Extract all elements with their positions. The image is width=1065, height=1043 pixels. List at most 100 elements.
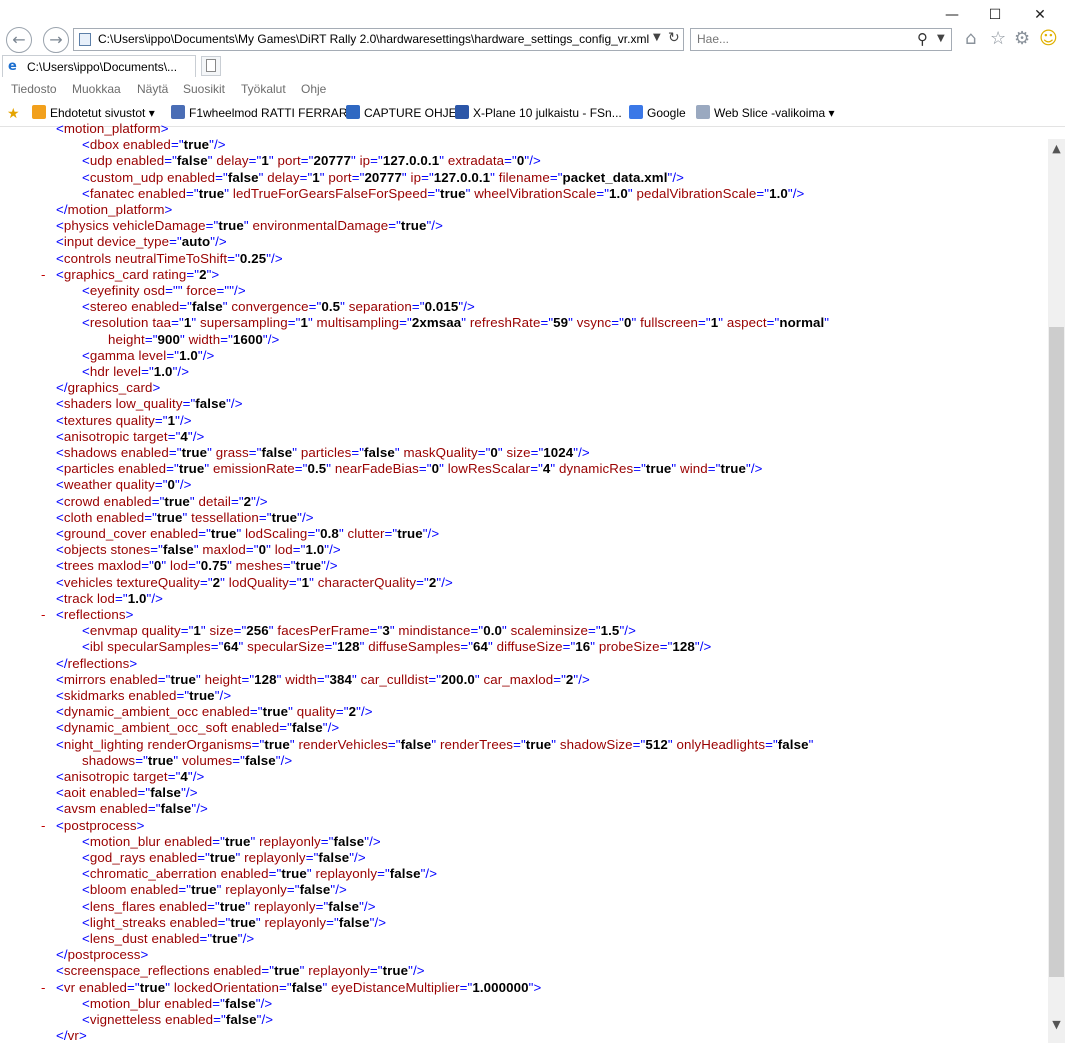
web-slice-icon <box>696 105 710 119</box>
xml-line: <screenspace_reflections enabled="true" … <box>56 963 425 979</box>
xml-line: <anisotropic target="4"/> <box>56 769 205 784</box>
xml-line: <input device_type="auto"/> <box>56 234 227 250</box>
vertical-scrollbar[interactable]: ▲ ▼ <box>1048 139 1065 1043</box>
xml-line: </reflections> <box>56 655 138 671</box>
back-button[interactable]: ← <box>6 27 32 53</box>
menu-edit[interactable]: Muokkaa <box>72 82 121 96</box>
scroll-up-arrow-icon[interactable]: ▲ <box>1048 139 1065 159</box>
xml-line: <anisotropic target="4"/> <box>56 428 205 444</box>
xml-line: <shaders low_quality="false"/> <box>56 396 243 412</box>
xml-line: <gamma level="1.0"/> <box>82 347 215 363</box>
fav-web-slice[interactable]: Web Slice -valikoima ▾ <box>696 105 835 120</box>
menu-file[interactable]: Tiedosto <box>11 82 57 96</box>
fav-xplane[interactable]: X-Plane 10 julkaistu - FSn... <box>455 105 622 120</box>
xml-line: </graphics_card> <box>56 380 161 396</box>
menu-bar: Tiedosto Muokkaa Näytä Suosikit Työkalut… <box>0 78 1065 100</box>
star-icon[interactable]: ☆ <box>990 28 1006 49</box>
xml-line: <lens_flares enabled="true" replayonly="… <box>82 898 376 914</box>
address-bar[interactable]: C:\Users\ippo\Documents\My Games\DiRT Ra… <box>73 28 684 51</box>
refresh-icon[interactable]: ↻ <box>668 30 680 46</box>
xml-line: <shadows enabled="true" grass="false" pa… <box>56 445 590 460</box>
address-url[interactable]: C:\Users\ippo\Documents\My Games\DiRT Ra… <box>98 32 649 46</box>
xml-line: <cloth enabled="true" tessellation="true… <box>56 509 314 525</box>
xml-line: <lens_dust enabled="true"/> <box>82 931 255 946</box>
favorites-star-icon[interactable]: ★ <box>7 105 20 122</box>
close-button[interactable]: ✕ <box>1017 4 1063 26</box>
gear-icon[interactable]: ⚙ <box>1014 28 1030 49</box>
xml-line: <light_streaks enabled="true" replayonly… <box>82 914 387 930</box>
xml-line: <dbox enabled="true"/> <box>82 137 226 153</box>
xml-line: <weather quality="0"/> <box>56 477 192 493</box>
fav-capture-ohje[interactable]: CAPTURE OHJE <box>346 105 457 120</box>
xml-line: <resolution taa="1" supersampling="1" mu… <box>82 315 830 331</box>
xml-line: </motion_platform> <box>56 202 173 217</box>
collapse-marker[interactable]: - <box>41 607 46 623</box>
xml-line: <dynamic_ambient_occ_soft enabled="false… <box>56 720 340 736</box>
xml-line: <vignetteless enabled="false"/> <box>82 1012 274 1027</box>
xml-line: </vr> <box>56 1028 87 1043</box>
scroll-thumb[interactable] <box>1049 327 1064 977</box>
collapse-marker[interactable]: - <box>41 980 46 996</box>
xml-line: <vehicles textureQuality="2" lodQuality=… <box>56 574 453 590</box>
xml-line: <ibl specularSamples="64" specularSize="… <box>82 639 712 655</box>
xml-line: <motion_blur enabled="false"/> <box>82 995 273 1011</box>
xml-line: <particles enabled="true" emissionRate="… <box>56 461 763 477</box>
new-tab-button[interactable] <box>201 56 221 76</box>
fav-suggested-sites[interactable]: Ehdotetut sivustot ▾ <box>32 105 155 120</box>
xml-line: <trees maxlod="0" lod="0.75" meshes="tru… <box>56 558 338 574</box>
xml-line: <hdr level="1.0"/> <box>82 364 190 379</box>
xml-line: height="900" width="1600"/> <box>108 331 280 347</box>
xml-line: <god_rays enabled="true" replayonly="fal… <box>82 850 366 865</box>
xml-line: </postprocess> <box>56 947 149 963</box>
capture-ohje-icon <box>346 105 360 119</box>
xml-line: <night_lighting renderOrganisms="true" r… <box>56 736 814 752</box>
xml-line: <skidmarks enabled="true"/> <box>56 688 232 703</box>
xml-line: shadows="true" volumes="false"/> <box>82 752 293 768</box>
xml-line: <controls neutralTimeToShift="0.25"/> <box>56 250 283 266</box>
search-box[interactable]: ⚲ ▼ <box>690 28 952 51</box>
ie-icon: e <box>8 59 17 74</box>
xml-line: <ground_cover enabled="true" lodScaling=… <box>56 526 440 541</box>
xml-line: <dynamic_ambient_occ enabled="true" qual… <box>56 704 373 720</box>
menu-help[interactable]: Ohje <box>301 82 326 96</box>
xml-line: <textures quality="1"/> <box>56 412 192 428</box>
scroll-down-arrow-icon[interactable]: ▼ <box>1048 1015 1065 1035</box>
menu-favorites[interactable]: Suosikit <box>183 82 225 96</box>
search-icon[interactable]: ⚲ <box>917 30 928 48</box>
home-icon[interactable]: ⌂ <box>965 28 976 49</box>
suggested-sites-icon <box>32 105 46 119</box>
xml-line: <reflections> <box>56 607 134 622</box>
fav-f1wheelmod[interactable]: F1wheelmod RATTI FERRARI <box>171 105 351 120</box>
browser-window: — ☐ ✕ ← → C:\Users\ippo\Documents\My Gam… <box>0 0 1065 1043</box>
collapse-marker[interactable]: - <box>41 267 46 283</box>
xml-line: <track lod="1.0"/> <box>56 590 164 606</box>
back-arrow-icon: ← <box>12 30 26 49</box>
search-input[interactable] <box>697 32 897 46</box>
xml-line: <stereo enabled="false" convergence="0.5… <box>82 299 475 315</box>
maximize-button[interactable]: ☐ <box>972 4 1018 26</box>
collapse-marker[interactable]: - <box>41 818 46 834</box>
navigation-bar: ← → C:\Users\ippo\Documents\My Games\DiR… <box>0 26 1065 54</box>
xml-line: <eyefinity osd="" force=""/> <box>82 283 246 298</box>
xml-line: <objects stones="false" maxlod="0" lod="… <box>56 542 341 558</box>
minimize-button[interactable]: — <box>929 4 975 26</box>
xml-line: <crowd enabled="true" detail="2"/> <box>56 493 268 509</box>
menu-view[interactable]: Näytä <box>137 82 168 96</box>
address-dropdown-icon[interactable]: ▼ <box>653 32 661 43</box>
xml-line: <chromatic_aberration enabled="true" rep… <box>82 866 438 882</box>
xml-line: <motion_blur enabled="true" replayonly="… <box>82 833 381 849</box>
xml-line: <motion_platform> <box>56 121 169 136</box>
xml-line: <aoit enabled="false"/> <box>56 785 198 801</box>
tab-active[interactable]: e C:\Users\ippo\Documents\... <box>2 55 196 77</box>
fav-google[interactable]: Google <box>629 105 686 120</box>
xml-line: <physics vehicleDamage="true" environmen… <box>56 218 443 234</box>
search-dropdown-icon[interactable]: ▼ <box>937 33 945 44</box>
f1wheelmod-icon <box>171 105 185 119</box>
xml-line: <vr enabled="true" lockedOrientation="fa… <box>56 979 542 995</box>
forward-button[interactable]: → <box>43 27 69 53</box>
tab-label: C:\Users\ippo\Documents\... <box>27 60 178 74</box>
smiley-icon[interactable]: ☺ <box>1039 28 1058 49</box>
xml-line: <mirrors enabled="true" height="128" wid… <box>56 671 590 687</box>
menu-tools[interactable]: Työkalut <box>241 82 286 96</box>
tab-strip: e C:\Users\ippo\Documents\... <box>0 54 1065 78</box>
